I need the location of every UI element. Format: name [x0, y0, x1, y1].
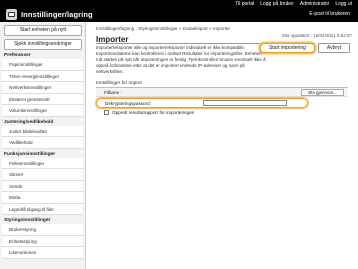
sidebar-item-printer[interactable]: Skriver	[2, 169, 83, 181]
logout-link[interactable]: Logg ut	[335, 1, 352, 7]
last-updated-label: Sist oppdatert : 15/04/2021 3:52:57	[281, 33, 352, 38]
import-settings-section: Filbane : Bla gjennom... Dekrypteringspa…	[96, 87, 348, 125]
sidebar-item-paper[interactable]: Papirinnstillinger	[2, 59, 83, 71]
import-settings-heading: Innstillinger for import	[96, 81, 142, 86]
result-report-row: Opprett resultatrapport for importeringe…	[104, 109, 194, 116]
restart-device-button[interactable]: Start enheten på nytt	[4, 25, 82, 36]
sidebar-item-volume[interactable]: Volumkinnstillinger	[2, 105, 83, 117]
sidebar-item-store-access[interactable]: Lagre/få tilgang til filer	[2, 203, 83, 215]
top-bar: Innstillinger/lagring Til portal Logg på…	[0, 0, 358, 22]
sidebar-item-common[interactable]: Fellesinnstillinger	[2, 157, 83, 169]
sidebar-item-send[interactable]: Sende	[2, 180, 83, 192]
admin-label: Administrator	[299, 1, 330, 7]
action-buttons: Start importering Avbryt	[259, 43, 350, 53]
start-import-button[interactable]: Start importering	[259, 43, 315, 53]
sidebar: Start enheten på nytt Sjekk innstillings…	[0, 22, 86, 269]
portal-link[interactable]: Til portal	[235, 1, 254, 7]
decryption-password-label: Dekrypteringspassord:	[105, 100, 151, 106]
sidebar-item-timer-energy[interactable]: Timer-/energiinnstillinger	[2, 70, 83, 82]
sidebar-item-image-quality[interactable]: Juster bildekvalitet	[2, 125, 83, 137]
app-title-text: Innstillinger/lagring	[21, 9, 93, 19]
sidebar-item-user-management[interactable]: Brukerstyring	[2, 224, 83, 236]
sidebar-item-license[interactable]: Lisens/annen	[2, 247, 83, 259]
title-divider	[96, 43, 261, 44]
breadcrumb: Innstillinger/lagring : Styringsinnstill…	[96, 26, 231, 31]
decryption-password-row: Dekrypteringspassord:	[96, 98, 308, 108]
sidebar-heading-management: Styringsinnstillinger	[4, 218, 51, 223]
main-content: Innstillinger/lagring : Styringsinnstill…	[92, 22, 354, 269]
sidebar-item-maintenance[interactable]: Vedlikehold	[2, 137, 83, 149]
result-report-label: Opprett resultatrapport for importeringe…	[112, 110, 195, 115]
file-path-row: Filbane : Bla gjennom...	[96, 88, 348, 97]
file-path-label: Filbane :	[104, 90, 122, 95]
login-user-link[interactable]: Logg på bruker	[260, 1, 294, 7]
browse-button[interactable]: Bla gjennom...	[301, 89, 344, 96]
cancel-button[interactable]: Avbryt	[317, 43, 350, 53]
sidebar-heading-adjustment: Justering/vedlikehold	[4, 119, 54, 125]
sidebar-item-external-interface[interactable]: Eksternt grensesnitt	[2, 93, 83, 105]
settings-app-icon	[6, 8, 17, 20]
sidebar-item-network[interactable]: Nettverksinnstillinger	[2, 82, 83, 94]
sidebar-heading-preferences: Preferanser	[4, 53, 31, 58]
app-title: Innstillinger/lagring	[6, 8, 93, 20]
description-text: Importer/eksporter alle og importer/eksp…	[96, 45, 266, 74]
result-report-checkbox[interactable]	[104, 110, 109, 115]
sidebar-item-receive[interactable]: Motta	[2, 192, 83, 204]
decryption-password-input[interactable]	[203, 100, 287, 106]
check-settings-changes-button[interactable]: Sjekk innstillingsendringer	[4, 39, 82, 50]
top-links: Til portal Logg på bruker Administrator …	[235, 1, 352, 7]
sidebar-heading-function: Funksjonsinnstillinger	[4, 151, 56, 157]
mail-to-user-link[interactable]: E-post til brukeren	[309, 11, 350, 17]
sidebar-item-device-management[interactable]: Enhetsstyring	[2, 235, 83, 247]
